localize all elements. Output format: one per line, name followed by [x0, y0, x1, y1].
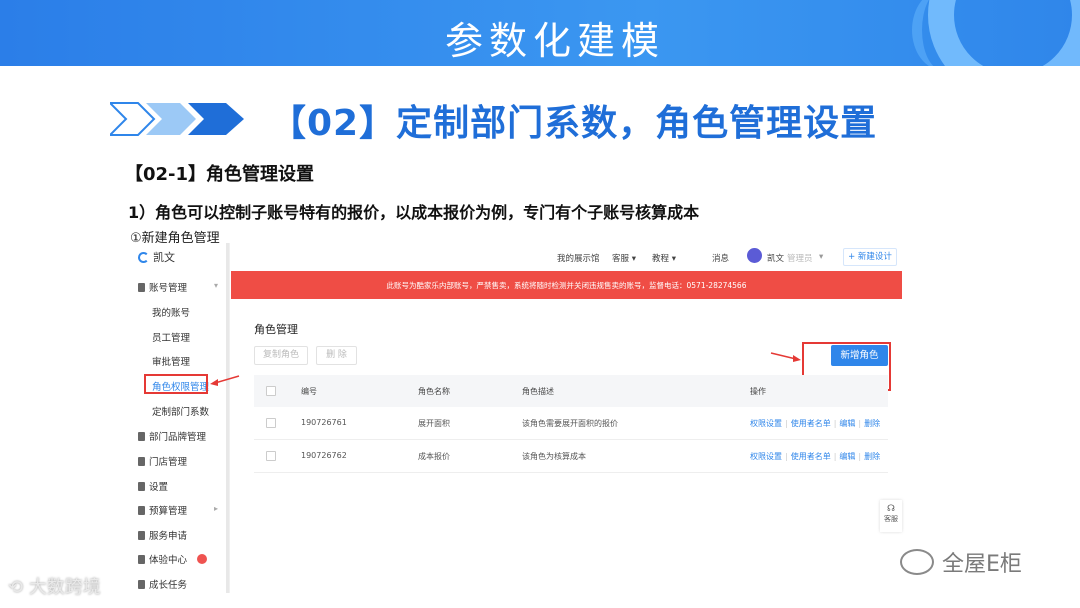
watermark-logo-icon: ⟲: [8, 577, 29, 598]
watermark-left-text: 大数跨境: [28, 577, 101, 598]
sidebar-item-label: 成长任务: [149, 580, 188, 591]
sidebar-subitem-approval[interactable]: 审批管理: [152, 354, 190, 368]
watermark-left: ⟲ 大数跨境: [8, 573, 101, 599]
task-icon: [138, 579, 145, 589]
role-id: 190726761: [301, 418, 347, 427]
notice-text: 此账号为酷家乐内部账号，严禁售卖，系统将随时检测并关闭违规售卖的账号，监督电话：…: [386, 281, 747, 290]
user-icon: [138, 282, 145, 292]
sidebar-subitem-dept-coefficient[interactable]: 定制部门系数: [152, 404, 209, 418]
delete-link[interactable]: 删除: [864, 452, 880, 461]
service-menu[interactable]: 客服 ▾: [612, 252, 636, 264]
wechat-icon: [900, 549, 934, 575]
sidebar-subitem-my-account[interactable]: 我的账号: [152, 305, 190, 319]
sidebar-item-budget[interactable]: 预算管理: [138, 503, 187, 517]
headset-icon: ☊: [887, 504, 895, 514]
role-name: 成本报价: [418, 452, 450, 461]
user-name[interactable]: 凯文: [767, 252, 784, 264]
sidebar-item-label: 设置: [149, 482, 169, 493]
permission-settings-link[interactable]: 权限设置: [750, 419, 782, 428]
chevron-arrows-icon: [110, 102, 244, 136]
sidebar-item-label: 体验中心: [149, 555, 188, 566]
column-header: 操作: [750, 387, 766, 396]
sidebar-item-service-request[interactable]: 服务申请: [138, 528, 187, 542]
tutorial-label: 教程: [652, 254, 670, 264]
annotation-arrow-icon: [210, 375, 240, 386]
role-name: 展开面积: [418, 419, 450, 428]
chevron-down-icon[interactable]: ▾: [214, 281, 218, 290]
float-service-button[interactable]: ☊ 客服: [880, 500, 902, 532]
sidebar-item-label: 预算管理: [149, 506, 188, 517]
notice-bar: 此账号为酷家乐内部账号，严禁售卖，系统将随时检测并关闭违规售卖的账号，监督电话：…: [231, 271, 902, 299]
logo-text: 凯文: [153, 251, 175, 264]
building-icon: [138, 431, 145, 441]
sidebar: 凯文 账号管理 ▾ 我的账号 员工管理 审批管理 角色权限管理 定制部门系数 部…: [132, 243, 230, 593]
sidebar-item-label: 门店管理: [149, 457, 188, 468]
avatar[interactable]: [747, 248, 762, 263]
sidebar-item-store[interactable]: 门店管理: [138, 454, 187, 468]
top-banner: 参数化建模: [0, 0, 1080, 66]
annotation-arrow-icon: [770, 352, 801, 362]
row-checkbox[interactable]: [266, 451, 276, 461]
row-actions: 权限设置 | 使用者名单 | 编辑 | 删除: [750, 452, 881, 461]
table-row: 190726761 展开面积 该角色需要展开面积的报价 权限设置 | 使用者名单 | 编…: [254, 407, 888, 440]
sidebar-item-settings[interactable]: 设置: [138, 479, 168, 493]
top-bar: 我的展示馆 客服 ▾ 教程 ▾ 消息 凯文 管理员 ▾ + 新建设计: [231, 243, 902, 271]
chevron-right-icon[interactable]: ▸: [214, 504, 218, 513]
banner-title: 参数化建模: [444, 19, 665, 63]
tutorial-menu[interactable]: 教程 ▾: [652, 252, 676, 264]
experience-icon: [138, 554, 145, 564]
role-id: 190726762: [301, 451, 347, 460]
sidebar-subitem-staff[interactable]: 员工管理: [152, 330, 190, 344]
page-heading: 【02】定制部门系数，角色管理设置: [270, 103, 878, 144]
gear-icon: [138, 481, 145, 491]
sidebar-item-dept-brand[interactable]: 部门品牌管理: [138, 429, 206, 443]
budget-icon: [138, 505, 145, 515]
app-screenshot: 凯文 账号管理 ▾ 我的账号 员工管理 审批管理 角色权限管理 定制部门系数 部…: [132, 243, 902, 593]
row-checkbox[interactable]: [266, 418, 276, 428]
delete-button[interactable]: 删 除: [316, 346, 357, 365]
permission-settings-link[interactable]: 权限设置: [750, 452, 782, 461]
store-icon: [138, 456, 145, 466]
table-row: 190726762 成本报价 该角色为核算成本 权限设置 | 使用者名单 | 编辑 | 删除: [254, 440, 888, 473]
user-list-link[interactable]: 使用者名单: [791, 452, 831, 461]
request-icon: [138, 530, 145, 540]
user-role-badge: 管理员: [787, 254, 813, 264]
column-header: 角色名称: [418, 387, 450, 396]
roles-table: 编号 角色名称 角色描述 操作 190726761 展开面积 该角色需要展开面积…: [254, 375, 888, 473]
sidebar-item-label: 账号管理: [149, 283, 188, 294]
row-actions: 权限设置 | 使用者名单 | 编辑 | 删除: [750, 419, 881, 428]
select-all-checkbox[interactable]: [266, 386, 276, 396]
delete-link[interactable]: 删除: [864, 419, 880, 428]
description-text: 1）角色可以控制子账号特有的报价，以成本报价为例，专门有个子账号核算成本: [128, 203, 700, 222]
new-design-button[interactable]: + 新建设计: [843, 248, 897, 266]
edit-link[interactable]: 编辑: [839, 452, 855, 461]
showroom-link[interactable]: 我的展示馆: [557, 252, 600, 264]
service-label: 客服: [612, 254, 630, 264]
sidebar-item-label: 部门品牌管理: [149, 432, 207, 443]
highlight-box: [144, 374, 208, 394]
page-title: 角色管理: [254, 323, 298, 336]
role-description: 该角色为核算成本: [522, 452, 586, 461]
sidebar-item-label: 服务申请: [149, 531, 188, 542]
sidebar-item-experience-center[interactable]: 体验中心: [138, 552, 208, 566]
chevron-down-icon[interactable]: ▾: [819, 252, 823, 262]
messages-link[interactable]: 消息: [712, 252, 729, 264]
logo-icon: [138, 251, 149, 263]
watermark-right-text: 全屋E柜: [942, 552, 1022, 577]
sidebar-item-growth-tasks[interactable]: 成长任务: [138, 577, 187, 591]
float-service-label: 客服: [884, 515, 898, 523]
notification-badge: [197, 554, 208, 564]
column-header: 编号: [301, 387, 317, 396]
role-description: 该角色需要展开面积的报价: [522, 419, 618, 428]
watermark-right: 全屋E柜: [900, 546, 1022, 578]
app-logo[interactable]: 凯文: [138, 249, 175, 265]
section-subtitle: 【02-1】角色管理设置: [125, 164, 315, 185]
column-header: 角色描述: [522, 387, 554, 396]
user-list-link[interactable]: 使用者名单: [791, 419, 831, 428]
table-header: 编号 角色名称 角色描述 操作: [254, 375, 888, 407]
copy-role-button[interactable]: 复制角色: [254, 346, 308, 365]
edit-link[interactable]: 编辑: [839, 419, 855, 428]
sidebar-scrollbar[interactable]: [226, 243, 229, 593]
sidebar-item-account-mgmt[interactable]: 账号管理: [138, 280, 187, 294]
